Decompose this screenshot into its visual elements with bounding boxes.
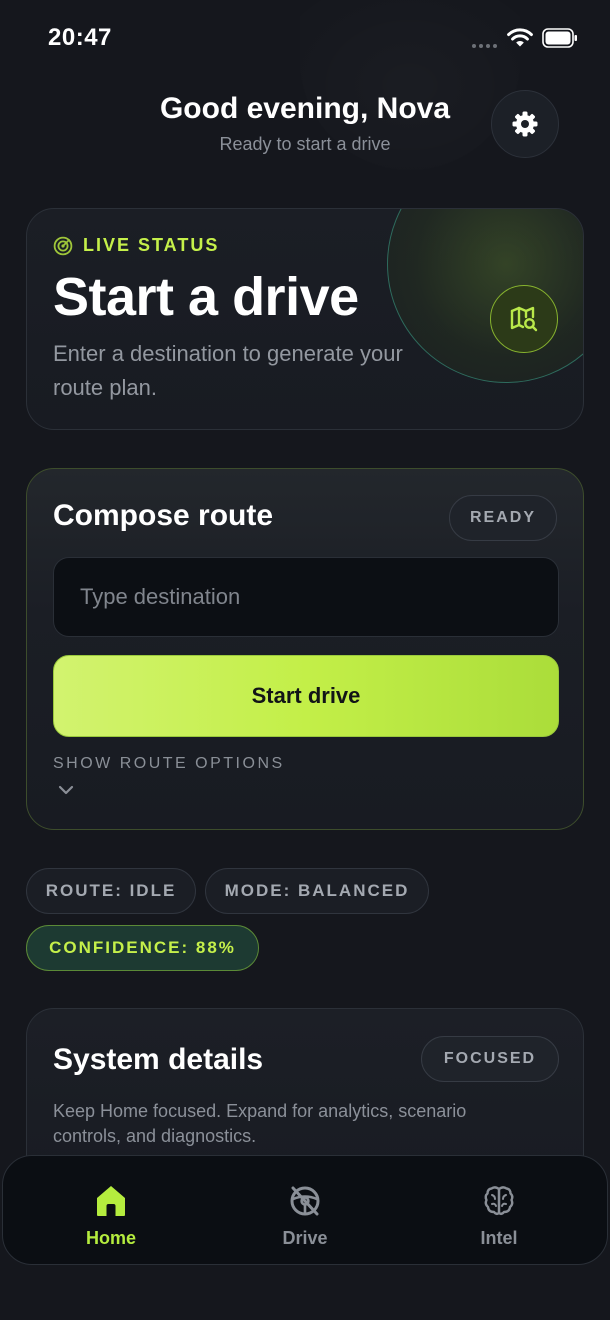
battery-icon: [542, 28, 577, 48]
compose-route-card: Compose route READY Start drive SHOW ROU…: [26, 468, 584, 830]
destination-input[interactable]: [53, 557, 559, 637]
steering-off-icon: [290, 1186, 320, 1216]
live-status-card: LIVE STATUS Start a drive Enter a destin…: [26, 208, 584, 430]
confidence-chip: CONFIDENCE: 88%: [26, 925, 259, 971]
live-status-label-row: LIVE STATUS: [53, 235, 219, 256]
bottom-navigation: Home Drive Intel: [2, 1155, 608, 1265]
route-status-chip: ROUTE: IDLE: [26, 868, 196, 914]
chevron-down-icon[interactable]: [57, 783, 75, 797]
gear-icon: [512, 111, 538, 137]
start-drive-button[interactable]: Start drive: [53, 655, 559, 737]
nav-label-drive: Drive: [282, 1228, 328, 1248]
wifi-icon: [507, 28, 533, 47]
radar-icon: [53, 236, 73, 255]
focused-status-badge: FOCUSED: [421, 1036, 559, 1082]
map-search-icon: [510, 306, 538, 332]
ready-status-badge: READY: [449, 495, 557, 541]
cellular-signal-icon: [472, 40, 502, 48]
system-details-title: System details: [53, 1043, 264, 1076]
live-status-description: Enter a destination to generate your rou…: [53, 341, 403, 400]
nav-item-home[interactable]: Home: [10, 1156, 212, 1266]
brain-icon: [484, 1186, 514, 1215]
show-route-options-toggle[interactable]: SHOW ROUTE OPTIONS: [53, 755, 285, 773]
map-search-button[interactable]: [490, 285, 558, 353]
nav-label-home: Home: [85, 1228, 136, 1248]
home-icon: [97, 1186, 125, 1216]
nav-item-intel[interactable]: Intel: [398, 1156, 600, 1266]
live-status-label: LIVE STATUS: [83, 235, 220, 255]
mode-status-chip: MODE: BALANCED: [205, 868, 429, 914]
system-details-description: Keep Home focused. Expand for analytics,…: [53, 1101, 467, 1146]
live-status-title: Start a drive: [53, 267, 359, 327]
status-bar: 20:47: [0, 0, 610, 78]
compose-route-title: Compose route: [53, 499, 274, 532]
settings-button[interactable]: [491, 90, 559, 158]
nav-label-intel: Intel: [480, 1228, 518, 1248]
status-time: 20:47: [48, 24, 112, 51]
nav-item-drive[interactable]: Drive: [204, 1156, 406, 1266]
